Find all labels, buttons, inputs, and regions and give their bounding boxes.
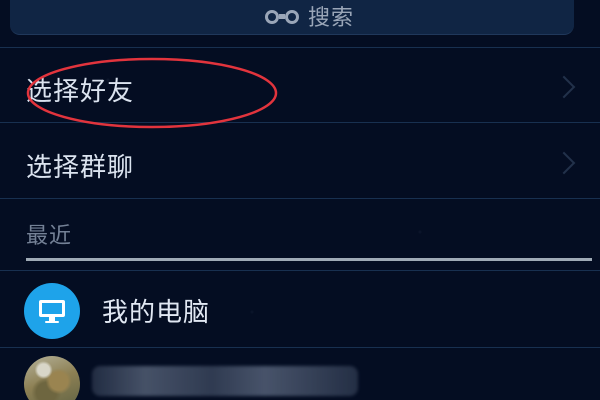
computer-icon — [39, 300, 65, 323]
contact-photo-avatar — [24, 356, 80, 400]
search-content: 搜索 — [262, 2, 355, 31]
blurred-contact-name — [92, 366, 358, 396]
contact-blurred[interactable] — [0, 348, 600, 400]
binoculars-icon — [265, 10, 299, 24]
chevron-right-icon — [552, 151, 576, 175]
recent-section-underline — [26, 258, 592, 261]
my-computer-name: 我的电脑 — [102, 298, 211, 328]
share-target-screen: 搜索 选择好友 选择群聊 最近 我的电脑 — [0, 0, 600, 400]
my-computer-avatar — [24, 283, 80, 339]
chevron-right-icon — [552, 75, 576, 99]
divider — [0, 198, 600, 199]
search-bar[interactable]: 搜索 — [10, 0, 574, 35]
search-label: 搜索 — [308, 6, 355, 31]
contact-my-computer[interactable]: 我的电脑 — [0, 271, 600, 347]
recent-section-label: 最近 — [26, 224, 73, 249]
select-group-label: 选择群聊 — [26, 153, 135, 183]
select-group-row[interactable]: 选择群聊 — [0, 123, 600, 198]
red-ellipse-annotation — [26, 57, 278, 129]
